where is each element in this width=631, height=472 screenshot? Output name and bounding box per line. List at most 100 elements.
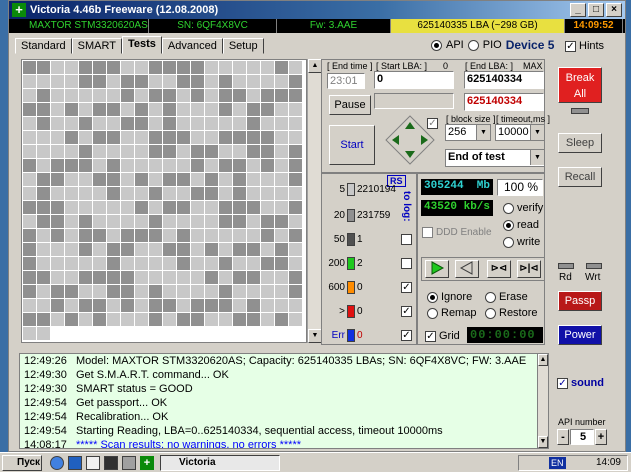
scroll-down-icon[interactable]: ▼ [308, 329, 322, 343]
block-size-select[interactable]: 256 ▼ [445, 124, 491, 141]
ignore-option[interactable]: Ignore [427, 291, 472, 303]
chevron-down-icon[interactable]: ▼ [476, 125, 490, 140]
chevron-down-icon[interactable]: ▼ [530, 125, 544, 140]
log-scrollbar[interactable]: ▲ ▼ [537, 353, 549, 449]
write-radio[interactable] [503, 236, 514, 248]
skip-button[interactable]: ⊳⊲ [487, 260, 511, 278]
scan-block [163, 89, 176, 102]
remap-option[interactable]: Remap [427, 307, 476, 319]
log-toggle-checkbox[interactable]: ✓ [401, 306, 412, 317]
grid-checkbox[interactable]: ✓ [425, 330, 436, 342]
media-icon[interactable] [104, 456, 118, 470]
log-toggle-checkbox[interactable] [401, 258, 412, 269]
scan-block [163, 75, 176, 88]
chevron-down-icon[interactable]: ▼ [530, 150, 544, 165]
document-icon[interactable] [86, 456, 100, 470]
browser-icon[interactable] [50, 456, 64, 470]
tab-smart[interactable]: SMART [71, 38, 122, 54]
log-toggle-checkbox[interactable]: ✓ [401, 282, 412, 293]
log-scroll-down-icon[interactable]: ▼ [538, 436, 548, 448]
erase-option[interactable]: Erase [485, 291, 528, 303]
tool-icon[interactable] [122, 456, 136, 470]
end-button[interactable]: ⊳|⊲ [517, 260, 541, 278]
verify-radio[interactable] [503, 202, 514, 214]
scan-map-scrollbar[interactable]: ▲ ▼ [307, 59, 322, 343]
ignore-radio[interactable] [427, 291, 438, 303]
scan-block [191, 313, 204, 326]
log-time: 12:49:54 [24, 425, 67, 437]
tab-advanced[interactable]: Advanced [161, 38, 223, 54]
scan-block [65, 313, 78, 326]
scan-block [219, 173, 232, 186]
language-indicator[interactable]: EN [549, 457, 566, 469]
restore-radio[interactable] [485, 307, 496, 319]
explorer-icon[interactable] [68, 456, 82, 470]
tab-tests[interactable]: Tests [121, 36, 162, 54]
end-time-field[interactable]: 23:01 [327, 73, 365, 89]
restore-option[interactable]: Restore [485, 307, 538, 319]
end-lba-red-field[interactable]: 625140334 [464, 93, 544, 111]
log-message: Get S.M.A.R.T. command... OK [76, 369, 229, 381]
break-all-button[interactable]: Break All [558, 67, 602, 103]
scan-block [37, 257, 50, 270]
log-toggle-checkbox[interactable]: ✓ [401, 330, 412, 341]
scan-block [37, 103, 50, 116]
max-button[interactable]: MAX [523, 61, 543, 71]
start-button[interactable]: Start [329, 125, 375, 165]
maximize-button[interactable]: □ [588, 3, 604, 17]
minimize-button[interactable]: _ [570, 3, 586, 17]
pause-button[interactable]: Pause [329, 95, 371, 115]
grid-toggle[interactable]: ✓ Grid [425, 330, 460, 342]
taskbar-victoria-item[interactable]: Victoria [160, 455, 280, 471]
sleep-button[interactable]: Sleep [558, 133, 602, 153]
log-toggle-checkbox[interactable] [401, 234, 412, 245]
scan-block [261, 285, 274, 298]
sound-toggle[interactable]: ✓ sound [557, 377, 604, 389]
play-button[interactable] [425, 260, 449, 278]
hints-toggle[interactable]: ✓ Hints [565, 40, 604, 52]
verify-option[interactable]: verify [503, 202, 543, 214]
recall-button[interactable]: Recall [558, 167, 602, 187]
back-button[interactable] [455, 260, 479, 278]
start-zero-button[interactable]: 0 [443, 61, 448, 71]
end-mode-select[interactable]: End of test ▼ [445, 149, 545, 167]
direction-checkbox[interactable]: ✓ [427, 118, 438, 129]
victoria-quick-icon[interactable]: + [140, 456, 154, 470]
scan-block [23, 201, 36, 214]
scan-block [233, 145, 246, 158]
task-label: Victoria [179, 457, 216, 468]
remap-radio[interactable] [427, 307, 438, 319]
api-number-decrement[interactable]: - [557, 429, 569, 445]
api-radio[interactable] [431, 39, 442, 51]
log-scroll-up-icon[interactable]: ▲ [538, 354, 548, 366]
timeout-select[interactable]: 10000 ▼ [495, 124, 545, 141]
scan-block [219, 159, 232, 172]
scroll-up-icon[interactable]: ▲ [308, 59, 322, 73]
api-number-field[interactable]: 5 [570, 429, 594, 445]
scan-block [107, 285, 120, 298]
start-lba-field[interactable]: 0 [374, 71, 454, 89]
read-radio[interactable] [503, 219, 514, 231]
pio-radio[interactable] [467, 39, 479, 51]
passp-button[interactable]: Passp [558, 291, 602, 311]
scan-block [275, 103, 288, 116]
end-lba-field[interactable]: 625140334 [464, 71, 544, 89]
scan-block [93, 131, 106, 144]
power-button[interactable]: Power [558, 325, 602, 345]
write-option[interactable]: write [503, 236, 540, 248]
close-button[interactable]: × [606, 3, 622, 17]
tab-setup[interactable]: Setup [222, 38, 264, 54]
read-option[interactable]: read [503, 219, 539, 231]
api-number-increment[interactable]: + [595, 429, 607, 445]
scan-block [107, 159, 120, 172]
scan-block [261, 145, 274, 158]
erase-radio[interactable] [485, 291, 496, 303]
start-button-taskbar[interactable]: Пуск [2, 455, 42, 471]
log-time: 12:49:26 [24, 355, 67, 367]
scan-block [261, 271, 274, 284]
hints-checkbox[interactable]: ✓ [565, 40, 576, 52]
tab-standard[interactable]: Standard [15, 38, 72, 54]
scan-block [93, 61, 106, 74]
scan-block [121, 285, 134, 298]
sound-checkbox[interactable]: ✓ [557, 377, 568, 389]
